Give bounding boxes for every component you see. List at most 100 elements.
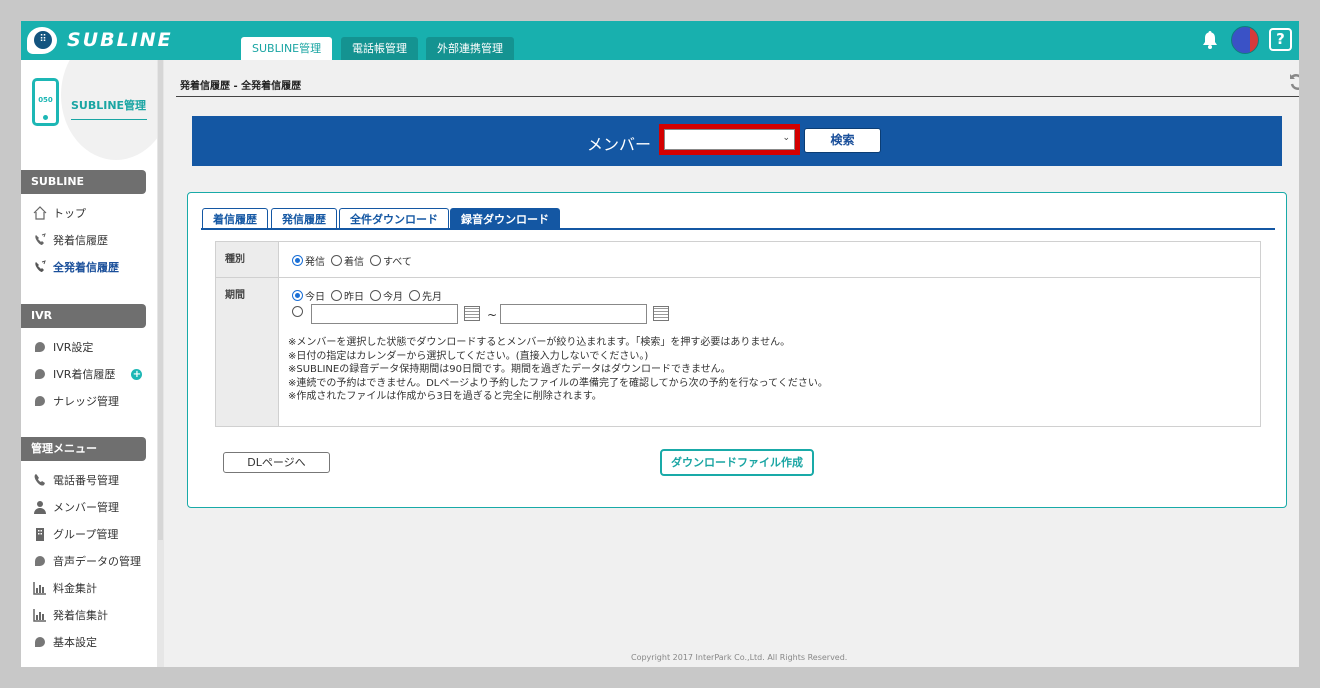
sidebar-item-knowledge[interactable]: ナレッジ管理 xyxy=(33,392,119,410)
create-download-file-button[interactable]: ダウンロードファイル作成 xyxy=(660,449,814,476)
tab-external-integration[interactable]: 外部連携管理 xyxy=(426,37,514,60)
sidebar-item-ivr-settings[interactable]: IVR設定 xyxy=(33,338,93,356)
main-content: 発着信履歴 - 全発着信履歴 メンバー ⌄ 検索 着信履歴 発信履歴 全件ダウン… xyxy=(164,60,1299,667)
note-line: ※メンバーを選択した状態でダウンロードするとメンバーが絞り込まれます。「検索」を… xyxy=(288,337,791,348)
sidebar: 050 SUBLINE管理 SUBLINE トップ 発着信履歴 全発着信履歴 I… xyxy=(21,60,157,667)
bubble-icon xyxy=(33,554,47,568)
breadcrumb: 発着信履歴 - 全発着信履歴 xyxy=(180,81,302,92)
sidebar-item-label: 電話番号管理 xyxy=(53,474,119,487)
sidebar-item-group[interactable]: グループ管理 xyxy=(33,525,118,543)
radio-incoming[interactable]: 着信 xyxy=(331,253,364,268)
logo-text: SUBLINE xyxy=(67,29,173,51)
member-select-highlight: ⌄ xyxy=(659,124,800,155)
calendar-icon[interactable] xyxy=(653,306,669,321)
tab-incoming-history[interactable]: 着信履歴 xyxy=(202,208,268,230)
tab-outgoing-history[interactable]: 発信履歴 xyxy=(271,208,337,230)
calendar-icon[interactable] xyxy=(464,306,480,321)
note-line: ※SUBLINEの録音データ保持期間は90日間です。期間を過ぎたデータはダウンロ… xyxy=(288,364,731,375)
bubble-icon xyxy=(33,340,47,354)
sidebar-item-member[interactable]: メンバー管理 xyxy=(33,498,119,516)
radio-yesterday[interactable]: 昨日 xyxy=(331,288,364,303)
tabs-underline xyxy=(201,228,1275,230)
sidebar-item-all-call-history[interactable]: 全発着信履歴 xyxy=(33,258,119,276)
dl-page-button[interactable]: DLページへ xyxy=(223,452,330,473)
sidebar-item-label: グループ管理 xyxy=(53,528,119,541)
phone-call-icon xyxy=(35,233,46,245)
date-from-input[interactable] xyxy=(311,304,458,324)
notes-list: ※メンバーを選択した状態でダウンロードするとメンバーが絞り込まれます。「検索」を… xyxy=(288,336,828,404)
tab-phonebook[interactable]: 電話帳管理 xyxy=(341,37,418,60)
tab-subline-admin[interactable]: SUBLINE管理 xyxy=(241,37,333,60)
tab-full-download[interactable]: 全件ダウンロード xyxy=(339,208,449,230)
phone-icon xyxy=(34,474,45,486)
sidebar-item-label: 全発着信履歴 xyxy=(53,261,119,274)
bubble-icon xyxy=(33,635,47,649)
chevron-down-icon: ⌄ xyxy=(782,133,790,143)
sidebar-brand: 050 SUBLINE管理 xyxy=(21,60,157,160)
home-icon xyxy=(33,206,47,220)
member-search-bar: メンバー ⌄ 検索 xyxy=(192,116,1282,166)
radio-this-month[interactable]: 今月 xyxy=(370,288,403,303)
type-label: 種別 xyxy=(216,242,279,277)
sidebar-section-ivr: IVR xyxy=(21,304,146,328)
custom-range-radio xyxy=(292,306,311,317)
radio-outgoing[interactable]: 発信 xyxy=(292,253,325,268)
sidebar-item-label: ナレッジ管理 xyxy=(53,395,119,408)
sidebar-section-admin-menu: 管理メニュー xyxy=(21,437,146,461)
sidebar-item-phone-number[interactable]: 電話番号管理 xyxy=(33,471,119,489)
notification-bell-icon[interactable] xyxy=(1201,30,1219,50)
sidebar-item-ivr-history[interactable]: IVR着信履歴 + xyxy=(33,365,143,383)
sidebar-item-audio-data[interactable]: 音声データの管理 xyxy=(33,552,141,570)
bubble-icon xyxy=(33,367,47,381)
date-to-input[interactable] xyxy=(500,304,647,324)
note-line: ※日付の指定はカレンダーから選択してください。(直接入力しないでください。) xyxy=(288,350,649,362)
radio-custom-range[interactable] xyxy=(292,306,305,317)
sidebar-item-label: IVR設定 xyxy=(53,341,94,354)
bar-chart-icon xyxy=(33,609,46,622)
app-window: ⠿ SUBLINE SUBLINE管理 電話帳管理 外部連携管理 ? 050 S… xyxy=(21,21,1299,667)
radio-today[interactable]: 今日 xyxy=(292,288,325,303)
sidebar-item-label: IVR着信履歴 xyxy=(53,368,116,381)
radio-all[interactable]: すべて xyxy=(370,253,412,268)
sidebar-item-call-history[interactable]: 発着信履歴 xyxy=(33,231,108,249)
copyright: Copyright 2017 InterPark Co.,Ltd. All Ri… xyxy=(631,653,848,662)
range-separator: ~ xyxy=(487,308,498,322)
sidebar-item-call-stats[interactable]: 発着信集計 xyxy=(33,606,108,624)
download-form: 種別 発信 着信 すべて 期間 今日 昨日 今月 先月 ~ ※メンバーを選択した… xyxy=(215,241,1261,427)
radio-last-month[interactable]: 先月 xyxy=(409,288,442,303)
breadcrumb-bar: 発着信履歴 - 全発着信履歴 xyxy=(176,60,1299,97)
refresh-icon[interactable] xyxy=(1288,72,1299,92)
sidebar-section-subline: SUBLINE xyxy=(21,170,146,194)
sidebar-item-label: 音声データの管理 xyxy=(53,555,141,568)
person-icon xyxy=(34,501,46,514)
help-icon[interactable]: ? xyxy=(1269,28,1292,51)
search-button[interactable]: 検索 xyxy=(804,128,881,153)
tab-recording-download[interactable]: 録音ダウンロード xyxy=(450,208,560,230)
note-line: ※作成されたファイルは作成から3日を過ぎると完全に削除されます。 xyxy=(288,391,602,402)
sidebar-item-label: 発着信履歴 xyxy=(53,234,108,247)
logo-bubble-icon: ⠿ xyxy=(27,26,57,54)
phone-call-icon xyxy=(35,260,46,272)
expand-plus-icon[interactable]: + xyxy=(131,368,143,380)
type-radio-group: 発信 着信 すべて xyxy=(292,253,418,268)
subline-logo[interactable]: ⠿ SUBLINE xyxy=(27,25,173,55)
download-panel: 着信履歴 発信履歴 全件ダウンロード 録音ダウンロード 種別 発信 着信 すべて… xyxy=(187,192,1287,508)
sidebar-item-label: メンバー管理 xyxy=(53,501,119,514)
sidebar-item-top[interactable]: トップ xyxy=(33,204,86,222)
bubble-icon xyxy=(33,394,47,408)
sidebar-item-label: 料金集計 xyxy=(53,582,97,595)
building-icon xyxy=(36,528,44,541)
top-header: ⠿ SUBLINE SUBLINE管理 電話帳管理 外部連携管理 ? xyxy=(21,21,1299,60)
user-avatar[interactable] xyxy=(1231,26,1259,54)
sidebar-item-basic-settings[interactable]: 基本設定 xyxy=(33,633,97,651)
period-radio-group: 今日 昨日 今月 先月 xyxy=(292,288,448,303)
bar-chart-icon xyxy=(33,582,46,595)
note-line: ※連続での予約はできません。DLページより予約したファイルの準備完了を確認してか… xyxy=(288,377,828,389)
member-label: メンバー xyxy=(587,135,652,154)
sidebar-brand-title: SUBLINE管理 xyxy=(71,97,147,120)
sidebar-item-billing[interactable]: 料金集計 xyxy=(33,579,97,597)
sidebar-scrollbar[interactable] xyxy=(157,60,164,667)
period-label: 期間 xyxy=(216,278,279,426)
member-select[interactable]: ⌄ xyxy=(664,129,795,150)
sidebar-item-label: 基本設定 xyxy=(53,636,97,649)
